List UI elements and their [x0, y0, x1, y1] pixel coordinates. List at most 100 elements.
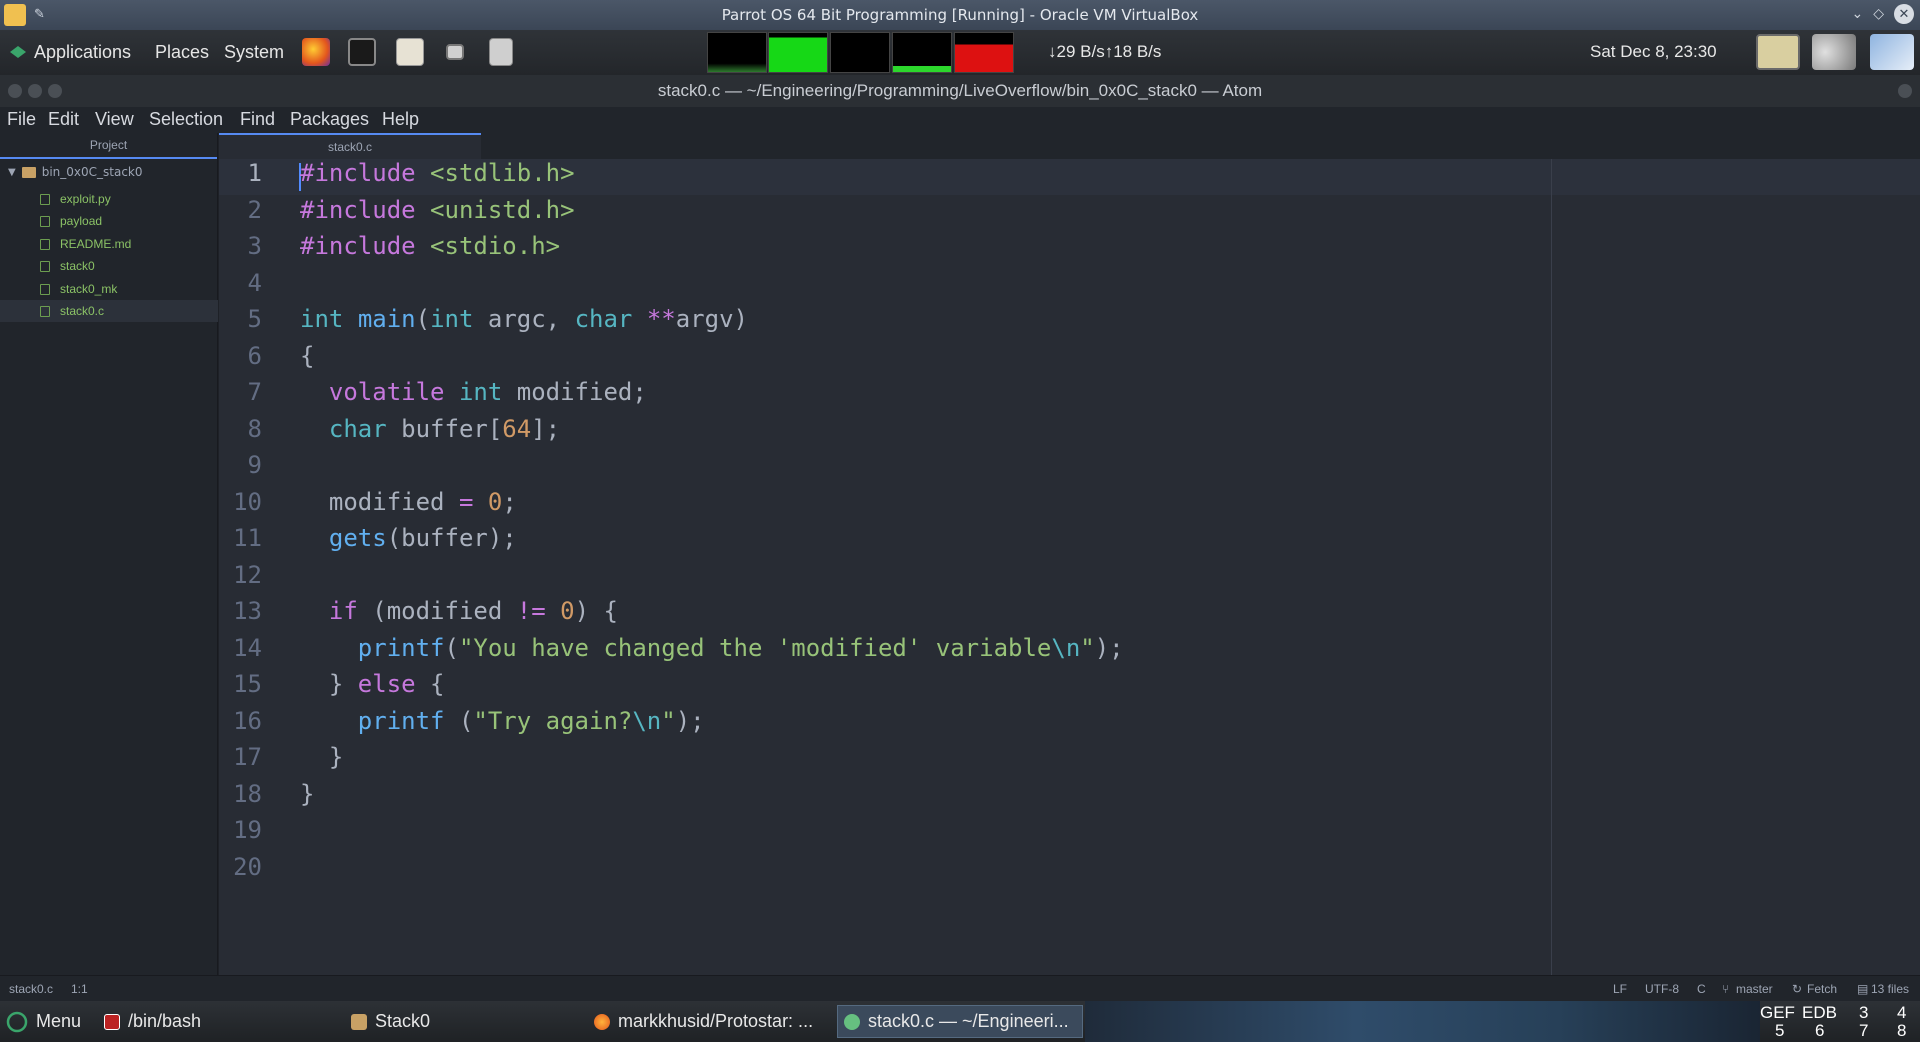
project-panel-title[interactable]: Project [0, 133, 217, 159]
workspace-5[interactable]: 5 [1775, 1021, 1784, 1041]
maximize-icon[interactable]: ◇ [1873, 6, 1884, 22]
tree-file-stack0[interactable]: stack0 [0, 255, 218, 277]
window-icon[interactable] [446, 44, 464, 60]
clock[interactable]: Sat Dec 8, 23:30 [1590, 42, 1717, 62]
menu-packages[interactable]: Packages [290, 109, 369, 130]
code-line[interactable]: #include <unistd.h> [300, 196, 575, 224]
task-bash[interactable]: /bin/bash [98, 1005, 207, 1038]
code-line[interactable]: if (modified != 0) { [300, 597, 618, 625]
network-manager-icon[interactable] [1870, 34, 1914, 70]
code-line[interactable]: } [300, 743, 343, 771]
menu-edit[interactable]: Edit [48, 109, 79, 130]
line-number: 17 [233, 743, 262, 771]
status-grammar[interactable]: C [1697, 982, 1706, 996]
network-monitor [830, 32, 890, 73]
task-atom[interactable]: stack0.c — ~/Engineeri... [837, 1005, 1083, 1038]
line-number: 8 [247, 414, 262, 443]
line-number: 1 [247, 159, 262, 187]
status-fetch[interactable]: Fetch [1807, 982, 1837, 996]
menu-applications[interactable]: Applications [34, 42, 131, 63]
menu-system[interactable]: System [224, 42, 284, 63]
volume-icon[interactable] [1812, 34, 1856, 70]
code-line[interactable]: gets(buffer); [300, 524, 517, 552]
menu-places[interactable]: Places [155, 42, 209, 63]
code-line[interactable]: modified = 0; [300, 488, 517, 516]
terminal-icon[interactable] [348, 38, 376, 66]
tree-root-label: bin_0x0C_stack0 [41, 165, 143, 179]
text-editor-icon[interactable] [396, 38, 424, 66]
workspace-switcher[interactable]: GEF EDB 3 4 5 6 7 8 [1760, 1003, 1920, 1041]
menu-help[interactable]: Help [382, 109, 419, 130]
pin-icon[interactable]: ✎ [34, 7, 45, 22]
code-line[interactable]: char buffer[64]; [300, 415, 560, 443]
workspace-6[interactable]: 6 [1815, 1021, 1824, 1041]
file-icon [40, 284, 50, 295]
atom-icon [844, 1013, 860, 1030]
workspace-8[interactable]: 8 [1897, 1021, 1906, 1041]
window-menu-icon[interactable] [1898, 84, 1912, 98]
tree-file-label: stack0 [60, 259, 95, 273]
tree-file-stack0-mk[interactable]: stack0_mk [0, 278, 218, 300]
file-icon [40, 306, 50, 317]
file-icon [40, 216, 50, 227]
tree-root-folder[interactable]: ▼ bin_0x0C_stack0 [8, 165, 143, 179]
code-line[interactable]: } [300, 780, 314, 808]
parrot-menu-icon [10, 46, 26, 58]
code-line[interactable]: int main(int argc, char **argv) [300, 305, 748, 333]
tab-stack0-c[interactable]: stack0.c [219, 133, 481, 159]
book-icon [40, 239, 50, 250]
maximize-window-icon[interactable] [48, 84, 62, 98]
line-number: 18 [233, 779, 262, 808]
tree-file-readme[interactable]: README.md [0, 233, 218, 255]
status-branch[interactable]: master [1736, 982, 1773, 996]
workspace-4[interactable]: 4 [1897, 1003, 1906, 1023]
workspace-2[interactable]: EDB [1802, 1003, 1837, 1023]
tree-file-label: exploit.py [60, 192, 111, 206]
file-cabinet-icon[interactable] [489, 38, 513, 66]
workspace-7[interactable]: 7 [1859, 1021, 1868, 1041]
status-cursor-position[interactable]: 1:1 [71, 982, 88, 996]
close-window-icon[interactable] [8, 84, 22, 98]
minimize-icon[interactable]: ⌄ [1851, 6, 1863, 22]
code-line[interactable]: volatile int modified; [300, 378, 647, 406]
workspace-1[interactable]: GEF [1760, 1003, 1795, 1023]
vbox-window-title: Parrot OS 64 Bit Programming [Running] -… [721, 6, 1199, 24]
menu-find[interactable]: Find [240, 109, 275, 130]
file-icon [40, 261, 50, 272]
close-icon[interactable]: ✕ [1894, 4, 1914, 24]
folder-icon [351, 1013, 367, 1030]
terminal-icon [104, 1013, 120, 1030]
task-label: /bin/bash [128, 1011, 202, 1031]
workspace-3[interactable]: 3 [1859, 1003, 1868, 1023]
code-line[interactable]: printf ("Try again?\n"); [300, 707, 705, 735]
code-line[interactable]: #include <stdio.h> [300, 232, 560, 260]
line-number: 15 [233, 670, 262, 698]
tree-file-exploit-py[interactable]: exploit.py [0, 188, 218, 210]
panel-background [1085, 1001, 1760, 1042]
task-stack0-folder[interactable]: Stack0 [345, 1005, 436, 1038]
tree-file-payload[interactable]: payload [0, 210, 218, 232]
menu-file[interactable]: File [7, 109, 36, 130]
chevron-down-icon[interactable]: ▼ [8, 167, 16, 178]
firefox-icon[interactable] [302, 38, 330, 66]
status-line-ending[interactable]: LF [1613, 982, 1627, 996]
minimize-window-icon[interactable] [28, 84, 42, 98]
code-line[interactable]: printf("You have changed the 'modified' … [300, 634, 1124, 662]
status-bar: stack0.c 1:1 LF UTF-8 C ⑂ master ↻ Fetch… [0, 975, 1920, 1001]
code-line[interactable]: } else { [300, 670, 445, 698]
menu-view[interactable]: View [95, 109, 134, 130]
main-menu-button[interactable]: Menu [0, 1005, 87, 1038]
status-file-path[interactable]: stack0.c [9, 982, 53, 996]
menu-selection[interactable]: Selection [149, 109, 223, 130]
window-controls: ⌄ ◇ ✕ [1851, 4, 1914, 24]
tree-file-stack0-c[interactable]: stack0.c [0, 300, 218, 322]
line-number: 20 [233, 852, 262, 881]
display-icon[interactable] [1756, 34, 1800, 70]
bottom-panel: Menu /bin/bash Stack0 markkhusid/Protost… [0, 1001, 1920, 1042]
status-encoding[interactable]: UTF-8 [1645, 982, 1679, 996]
status-file-count[interactable]: 13 files [1871, 982, 1909, 996]
code-line[interactable]: #include <stdlib.h> [300, 159, 575, 187]
code-line[interactable]: { [300, 342, 314, 370]
code-editor[interactable]: 1 2 3 4 5 6 7 8 9 10 11 12 13 14 15 16 17 18 19 20 #include… [219, 159, 1920, 975]
task-firefox[interactable]: markkhusid/Protostar: ... [588, 1005, 819, 1038]
